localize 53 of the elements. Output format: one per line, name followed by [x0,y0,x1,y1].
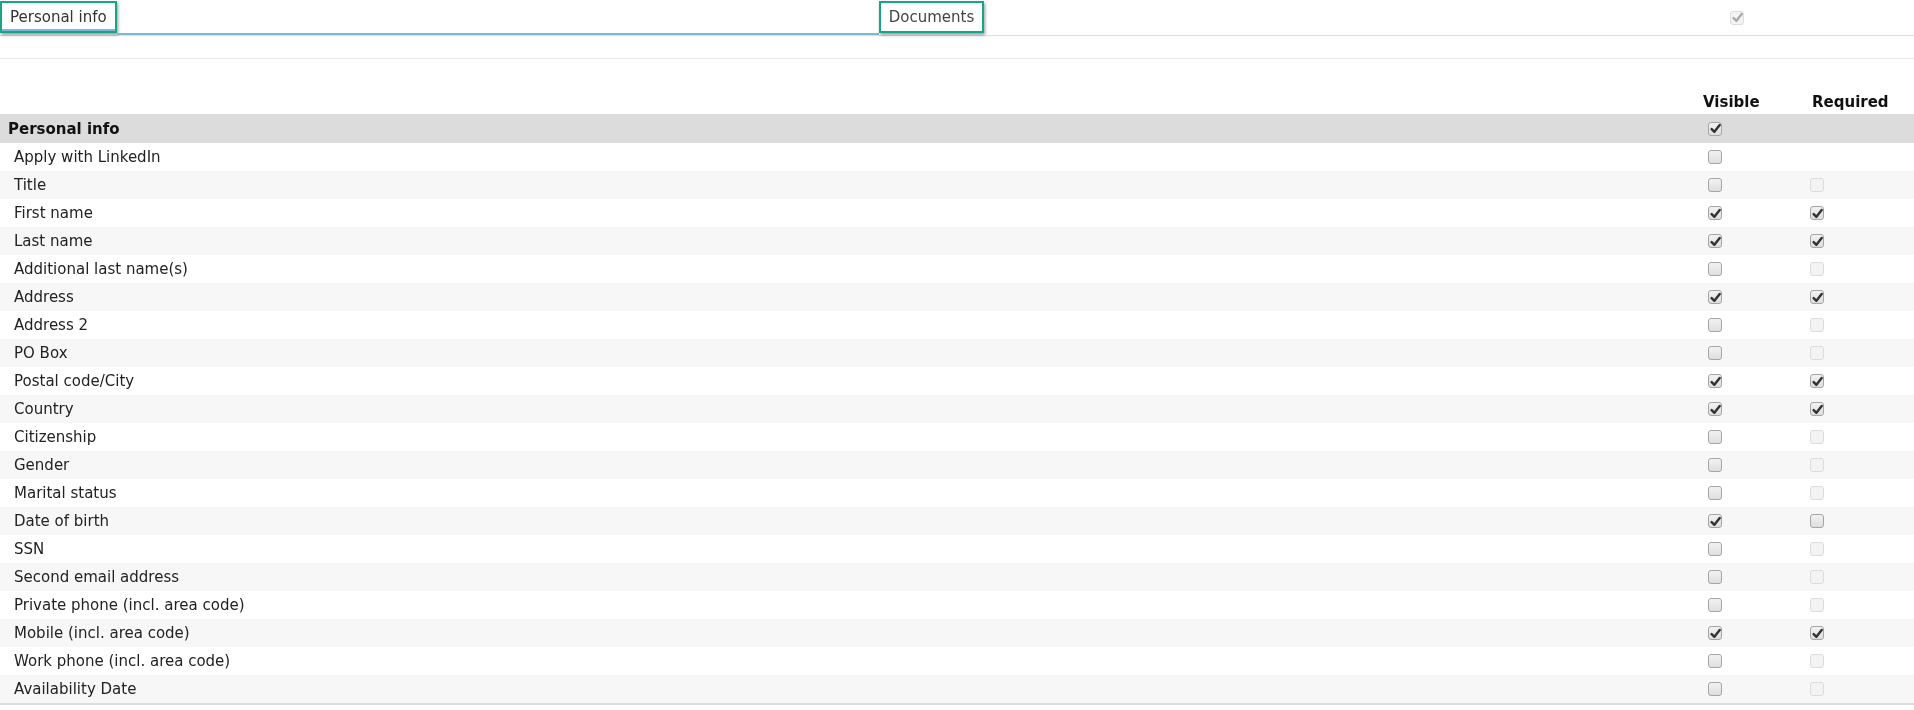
checkbox[interactable] [1708,570,1722,584]
checkbox[interactable] [1708,626,1722,640]
field-label: Mobile (incl. area code) [13,624,191,642]
tab[interactable]: Documents [878,1,985,33]
checkbox[interactable] [1810,234,1824,248]
field-label: Address 2 [13,316,90,334]
section-title: Personal info [7,119,121,138]
checkbox[interactable] [1708,374,1722,388]
checkbox[interactable] [1810,402,1824,416]
field-label: SSN [13,540,46,558]
checkbox[interactable] [1708,654,1722,668]
checkbox[interactable] [1708,402,1722,416]
field-label: Date of birth [13,512,111,530]
checkbox[interactable] [1810,374,1824,388]
checkbox[interactable] [1810,514,1824,528]
field-label: Apply with LinkedIn [13,148,162,166]
tab[interactable]: Personal info [0,1,117,33]
field-label: First name [13,204,94,222]
checkbox[interactable] [1708,598,1722,612]
column-header: Required [1812,92,1890,111]
checkbox[interactable] [1810,290,1824,304]
checkbox[interactable] [1810,626,1824,640]
checkbox[interactable] [1708,682,1722,696]
field-label: Address [13,288,75,306]
checkbox[interactable] [1708,150,1722,164]
field-label: Marital status [13,484,118,502]
checkbox[interactable] [1708,542,1722,556]
field-label: Title [13,176,48,194]
checkbox[interactable] [1708,262,1722,276]
field-label: Second email address [13,568,181,586]
checkbox[interactable] [1708,458,1722,472]
field-label: Availability Date [13,680,138,698]
checkbox[interactable] [1810,206,1824,220]
checkbox[interactable] [1708,486,1722,500]
field-label: Citizenship [13,428,98,446]
checkbox[interactable] [1708,121,1722,136]
checkbox[interactable] [1708,318,1722,332]
field-label: Gender [13,456,71,474]
checkbox[interactable] [1708,234,1722,248]
checkbox[interactable] [1708,430,1722,444]
checkbox[interactable] [1708,206,1722,220]
checkbox[interactable] [1708,178,1722,192]
field-label: Work phone (incl. area code) [13,652,232,670]
checkbox[interactable] [1708,346,1722,360]
column-header: Visible [1703,92,1761,111]
field-label: Postal code/City [13,372,136,390]
field-label: Last name [13,232,94,250]
field-label: Private phone (incl. area code) [13,596,246,614]
field-label: Additional last name(s) [13,260,189,278]
checkbox[interactable] [1708,514,1722,528]
checkbox[interactable] [1708,290,1722,304]
field-label: Country [13,400,75,418]
field-label: PO Box [13,344,69,362]
